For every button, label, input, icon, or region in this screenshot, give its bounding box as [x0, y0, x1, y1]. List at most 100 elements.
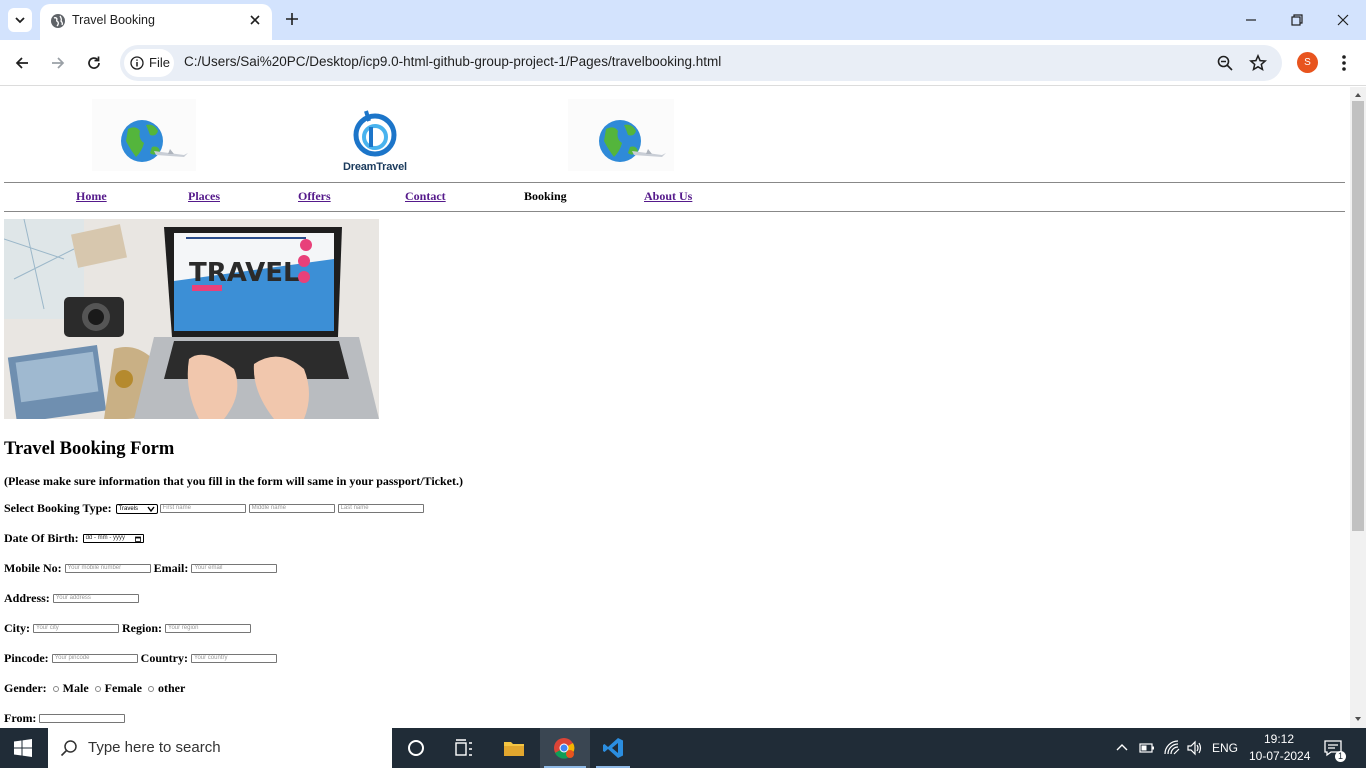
clock-time[interactable]: 19:12: [1264, 732, 1294, 746]
pincode-input[interactable]: Your pincode: [51, 654, 138, 663]
city-label: City:: [4, 621, 30, 635]
wifi-icon[interactable]: [1163, 739, 1181, 757]
from-label: From:: [4, 711, 37, 725]
country-input[interactable]: Your country: [191, 654, 278, 663]
minimize-icon[interactable]: [1243, 12, 1259, 28]
more-icon[interactable]: [1336, 53, 1352, 73]
region-input[interactable]: Your region: [165, 624, 251, 633]
mobile-label: Mobile No:: [4, 561, 62, 575]
file-explorer-icon[interactable]: [503, 737, 525, 759]
browser-toolbar: File C:/Users/Sai%20PC/Desktop/icp9.0-ht…: [0, 40, 1366, 86]
notification-count-badge: 1: [1335, 751, 1346, 762]
window-close-icon[interactable]: [1335, 12, 1351, 28]
scroll-thumb[interactable]: [1352, 101, 1364, 531]
address-row: Address: Your address: [4, 591, 139, 606]
from-row: From:: [4, 711, 126, 726]
contact-row: Mobile No: Your mobile number Email: You…: [4, 561, 278, 576]
clock-date[interactable]: 10-07-2024: [1249, 749, 1310, 763]
middle-name-input[interactable]: Middle name: [248, 504, 335, 513]
city-input[interactable]: Your city: [33, 624, 119, 633]
nav-booking-current: Booking: [524, 189, 567, 203]
tab-title: Travel Booking: [72, 13, 155, 27]
nav-contact-link[interactable]: Contact: [405, 189, 446, 204]
booking-type-select[interactable]: Travels: [115, 503, 158, 514]
nav-about-link[interactable]: About Us: [644, 189, 692, 204]
chip-label: File: [149, 55, 170, 70]
dob-placeholder: dd - mm - yyyy: [85, 535, 125, 541]
tab-search-icon[interactable]: [8, 8, 32, 32]
mobile-input[interactable]: Your mobile number: [64, 564, 151, 573]
city-row: City: Your city Region: Your region: [4, 621, 251, 636]
vscode-icon[interactable]: [602, 737, 624, 759]
info-icon: [130, 56, 144, 70]
gender-label: Gender:: [4, 681, 47, 695]
restore-icon[interactable]: [1289, 12, 1305, 28]
address-input[interactable]: Your address: [52, 594, 139, 603]
gender-male-label: Male: [62, 681, 89, 695]
plus-icon[interactable]: [283, 10, 301, 28]
gender-other-radio[interactable]: [147, 685, 154, 692]
back-icon[interactable]: [13, 54, 31, 72]
globe-airplane-logo: [568, 99, 674, 171]
gender-row: Gender: Male Female other: [4, 681, 185, 696]
gender-female-label: Female: [104, 681, 142, 695]
url-text[interactable]: C:/Users/Sai%20PC/Desktop/icp9.0-html-gi…: [184, 54, 721, 69]
close-icon[interactable]: [248, 13, 262, 27]
gender-female-radio[interactable]: [94, 685, 101, 692]
dob-input[interactable]: dd - mm - yyyy: [82, 534, 144, 543]
chevron-down-icon: [147, 506, 155, 512]
last-name-input[interactable]: Last name: [337, 504, 424, 513]
language-indicator[interactable]: ENG: [1212, 741, 1238, 755]
chrome-icon: [554, 738, 575, 759]
profile-avatar[interactable]: S: [1297, 52, 1318, 73]
region-label: Region:: [122, 621, 162, 635]
calendar-icon[interactable]: [134, 536, 141, 542]
taskbar-search-placeholder: Type here to search: [88, 739, 221, 756]
dob-row: Date Of Birth: dd - mm - yyyy: [4, 531, 144, 546]
nav-home-link[interactable]: Home: [76, 189, 107, 204]
hero-travel-text: TRAVEL: [189, 258, 300, 288]
search-icon: [60, 740, 77, 757]
pincode-label: Pincode:: [4, 651, 49, 665]
country-label: Country:: [140, 651, 189, 665]
gender-male-radio[interactable]: [52, 685, 59, 692]
task-view-icon[interactable]: [453, 737, 475, 759]
email-label: Email:: [153, 561, 189, 575]
taskbar-search-box[interactable]: Type here to search: [48, 728, 392, 768]
reload-icon[interactable]: [85, 54, 103, 72]
scroll-down-icon[interactable]: [1354, 715, 1362, 723]
from-input[interactable]: [39, 714, 126, 723]
form-title: Travel Booking Form: [4, 439, 175, 459]
windows-start-icon[interactable]: [14, 739, 32, 757]
chrome-taskbar-button[interactable]: [540, 728, 590, 768]
page-scrollbar[interactable]: [1350, 87, 1366, 728]
first-name-input[interactable]: First name: [159, 504, 246, 513]
form-note: (Please make sure information that you f…: [4, 474, 463, 488]
nav-divider-top: [4, 182, 1345, 183]
address-bar[interactable]: File C:/Users/Sai%20PC/Desktop/icp9.0-ht…: [120, 45, 1282, 81]
address-label: Address:: [4, 591, 50, 605]
travel-hero-image: TRAVEL: [4, 219, 379, 419]
site-info-chip[interactable]: File: [124, 49, 174, 77]
cortana-icon[interactable]: [405, 737, 427, 759]
star-icon[interactable]: [1249, 54, 1267, 72]
nav-offers-link[interactable]: Offers: [298, 189, 331, 204]
volume-icon[interactable]: [1186, 739, 1204, 757]
zoom-icon[interactable]: [1216, 54, 1234, 72]
gender-other-label: other: [157, 681, 186, 695]
booking-type-label: Select Booking Type:: [4, 501, 112, 515]
booking-type-value: Travels: [118, 505, 139, 512]
nav-places-link[interactable]: Places: [188, 189, 220, 204]
chevron-up-icon[interactable]: [1113, 739, 1131, 757]
dob-label: Date Of Birth:: [4, 531, 79, 545]
windows-taskbar: Type here to search ENG 19:12 10-07-2024…: [0, 728, 1366, 768]
battery-icon[interactable]: [1138, 739, 1156, 757]
scroll-up-icon[interactable]: [1354, 91, 1362, 99]
pincode-row: Pincode: Your pincode Country: Your coun…: [4, 651, 278, 666]
globe-icon: [51, 14, 65, 28]
browser-tabstrip: Travel Booking: [0, 0, 1366, 40]
email-input[interactable]: Your email: [191, 564, 278, 573]
forward-icon[interactable]: [49, 54, 67, 72]
browser-tab[interactable]: Travel Booking: [40, 4, 272, 40]
page-viewport: DreamTravel Home Places Offers Contact B…: [0, 87, 1350, 728]
